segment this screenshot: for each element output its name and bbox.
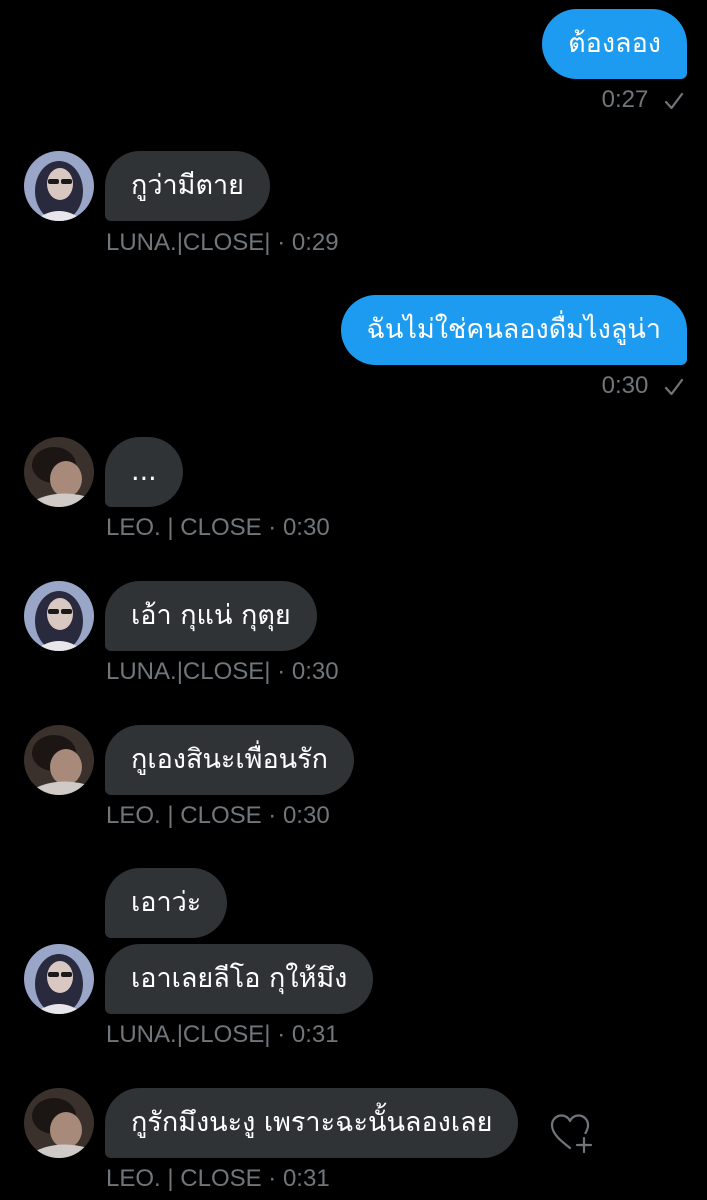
message-time: 0:30 [601,372,649,399]
message-text: เอาว่ะ [131,887,202,918]
avatar-leo-image [24,437,94,507]
message-text: กูว่ามีตาย [131,170,244,201]
check-icon [664,378,684,395]
dm-conversation: ต้องลอง 0:27 กูว่ามีตาย LUNA.|CLOSE| · 0… [0,0,707,1200]
message-text: ฉันไม่ใช่คนลองดื่มไงลูน่า [366,314,661,345]
message-bubble-outgoing[interactable]: ต้องลอง [542,9,687,79]
message-meta: LEO. | CLOSE · 0:30 [106,514,330,542]
message-meta: LUNA.|CLOSE| · 0:30 [106,658,339,686]
avatar-luna[interactable] [24,151,94,221]
message-bubble-incoming[interactable]: เอ้า กุแน่ กุตุย [105,581,317,651]
message-bubble-incoming[interactable]: ... [105,437,183,507]
check-icon [664,92,684,109]
message-text: เอ้า กุแน่ กุตุย [131,600,291,631]
avatar-leo[interactable] [24,437,94,507]
message-text: กูรักมึงนะงู เพราะฉะนั้นลองเลย [131,1107,493,1138]
sender-and-time: LEO. | CLOSE · 0:30 [106,802,330,829]
message-bubble-incoming[interactable]: เอาเลยลีโอ กุให้มึง [105,944,374,1014]
message-text: ... [131,456,157,487]
message-meta: LEO. | CLOSE · 0:30 [106,802,330,830]
heart-add-icon[interactable] [549,1112,595,1154]
message-meta: LUNA.|CLOSE| · 0:29 [106,229,339,257]
avatar-luna[interactable] [24,581,94,651]
avatar-leo[interactable] [24,725,94,795]
sender-and-time: LUNA.|CLOSE| · 0:29 [106,229,339,256]
message-time: 0:27 [601,86,649,113]
sender-and-time: LUNA.|CLOSE| · 0:30 [106,658,339,685]
sender-and-time: LEO. | CLOSE · 0:31 [106,1165,330,1192]
avatar-leo-image [24,725,94,795]
message-text: เอาเลยลีโอ กุให้มึง [131,963,348,994]
message-bubble-incoming[interactable]: กูรักมึงนะงู เพราะฉะนั้นลองเลย [105,1088,519,1158]
message-text: กูเองสินะเพื่อนรัก [131,744,328,775]
avatar-leo-image [24,1088,94,1158]
message-meta: 0:27 [602,86,685,114]
message-bubble-outgoing[interactable]: ฉันไม่ใช่คนลองดื่มไงลูน่า [340,295,687,365]
sender-and-time: LEO. | CLOSE · 0:30 [106,514,330,541]
message-bubble-incoming[interactable]: กูเองสินะเพื่อนรัก [105,725,354,795]
message-text: ต้องลอง [568,28,661,59]
avatar-luna-image [24,151,94,221]
avatar-luna[interactable] [24,944,94,1014]
avatar-luna-image [24,581,94,651]
avatar-luna-image [24,944,94,1014]
avatar-leo[interactable] [24,1088,94,1158]
message-meta: LUNA.|CLOSE| · 0:31 [106,1021,339,1049]
message-meta: 0:30 [602,372,685,400]
message-bubble-incoming[interactable]: เอาว่ะ [105,868,228,938]
message-bubble-incoming[interactable]: กูว่ามีตาย [105,151,270,221]
message-meta: LEO. | CLOSE · 0:31 [106,1165,330,1193]
sender-and-time: LUNA.|CLOSE| · 0:31 [106,1021,339,1048]
